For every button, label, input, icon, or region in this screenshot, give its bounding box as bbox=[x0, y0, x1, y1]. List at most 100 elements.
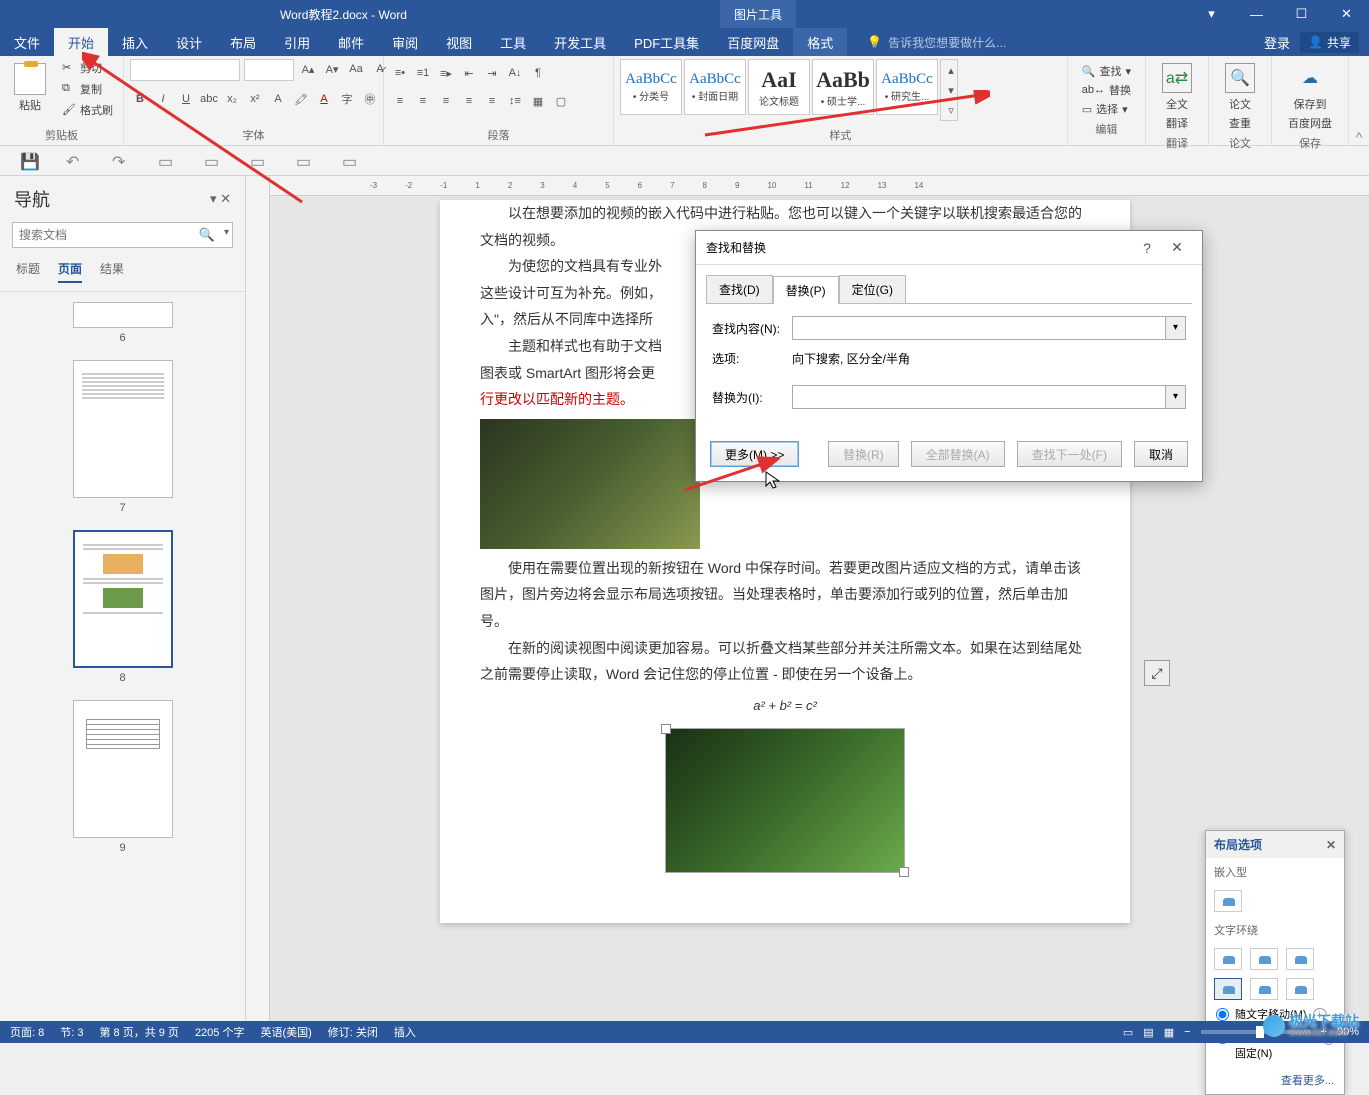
style-item[interactable]: AaBbCc• 研究生... bbox=[876, 59, 938, 115]
qat-icon[interactable]: ▭ bbox=[158, 152, 176, 170]
see-more-link[interactable]: 查看更多... bbox=[1206, 1066, 1344, 1094]
style-expand-icon[interactable]: ▿ bbox=[941, 100, 961, 120]
undo-icon[interactable]: ↶ bbox=[66, 152, 84, 170]
save-to-cloud-button[interactable]: ☁ 保存到 百度网盘 bbox=[1278, 59, 1342, 135]
nav-tab-headings[interactable]: 标题 bbox=[16, 260, 40, 283]
find-button[interactable]: 🔍查找▾ bbox=[1082, 63, 1131, 79]
qat-icon[interactable]: ▭ bbox=[296, 152, 314, 170]
share-button[interactable]: 👤 共享 bbox=[1300, 32, 1359, 53]
align-left-icon[interactable]: ≡ bbox=[390, 91, 410, 111]
pin-icon[interactable]: ▾ ✕ bbox=[210, 191, 231, 207]
enclose-icon[interactable]: ㊥ bbox=[360, 89, 380, 109]
replace-all-button[interactable]: 全部替换(A) bbox=[911, 441, 1005, 467]
indent-inc-icon[interactable]: ⇥ bbox=[482, 63, 502, 83]
status-page[interactable]: 页面: 8 bbox=[10, 1024, 44, 1040]
nav-tab-results[interactable]: 结果 bbox=[100, 260, 124, 283]
tab-insert[interactable]: 插入 bbox=[108, 28, 162, 56]
tab-file[interactable]: 文件 bbox=[0, 28, 54, 56]
italic-icon[interactable]: I bbox=[153, 89, 173, 109]
wrap-topbottom-icon[interactable] bbox=[1214, 978, 1242, 1000]
line-spacing-icon[interactable]: ↕≡ bbox=[505, 91, 525, 111]
format-painter-button[interactable]: 🖌格式刷 bbox=[58, 101, 117, 119]
page-thumbnail[interactable] bbox=[73, 700, 173, 838]
indent-dec-icon[interactable]: ⇤ bbox=[459, 63, 479, 83]
distribute-icon[interactable]: ≡ bbox=[482, 91, 502, 111]
chevron-down-icon[interactable]: ▾ bbox=[1165, 386, 1185, 408]
nav-tab-pages[interactable]: 页面 bbox=[58, 260, 82, 283]
subscript-icon[interactable]: x₂ bbox=[222, 89, 242, 109]
vertical-ruler[interactable] bbox=[246, 176, 270, 1021]
tab-tools[interactable]: 工具 bbox=[486, 28, 540, 56]
align-right-icon[interactable]: ≡ bbox=[436, 91, 456, 111]
view-web-icon[interactable]: ▦ bbox=[1164, 1026, 1174, 1039]
status-words[interactable]: 2205 个字 bbox=[195, 1024, 245, 1040]
bullets-icon[interactable]: ≡• bbox=[390, 63, 410, 83]
align-center-icon[interactable]: ≡ bbox=[413, 91, 433, 111]
find-input[interactable]: ▾ bbox=[792, 316, 1186, 340]
cancel-button[interactable]: 取消 bbox=[1134, 441, 1188, 467]
style-item[interactable]: AaI论文标题 bbox=[748, 59, 810, 115]
status-track[interactable]: 修订: 关闭 bbox=[328, 1024, 378, 1040]
save-icon[interactable]: 💾 bbox=[20, 152, 38, 170]
show-marks-icon[interactable]: ¶ bbox=[528, 63, 548, 83]
view-print-icon[interactable]: ▤ bbox=[1143, 1026, 1153, 1039]
status-mode[interactable]: 插入 bbox=[394, 1024, 416, 1040]
qat-icon[interactable]: ▭ bbox=[204, 152, 222, 170]
tab-view[interactable]: 视图 bbox=[432, 28, 486, 56]
copy-button[interactable]: ⧉复制 bbox=[58, 80, 117, 98]
status-lang[interactable]: 英语(美国) bbox=[260, 1024, 311, 1040]
style-scroll-up-icon[interactable]: ▴ bbox=[941, 60, 961, 80]
tab-developer[interactable]: 开发工具 bbox=[540, 28, 620, 56]
more-button[interactable]: 更多(M) >> bbox=[710, 441, 799, 467]
login-link[interactable]: 登录 bbox=[1264, 33, 1290, 52]
wrap-inline-icon[interactable] bbox=[1214, 890, 1242, 912]
status-section[interactable]: 节: 3 bbox=[60, 1024, 83, 1040]
select-button[interactable]: ▭选择▾ bbox=[1082, 101, 1131, 117]
font-size-select[interactable] bbox=[244, 59, 294, 81]
nav-search[interactable]: 🔍 ▾ bbox=[12, 222, 233, 248]
chevron-down-icon[interactable]: ▾ bbox=[1165, 317, 1185, 339]
document-image[interactable] bbox=[480, 419, 700, 549]
paste-button[interactable]: 粘贴 bbox=[6, 59, 54, 117]
shrink-font-icon[interactable]: A▾ bbox=[322, 59, 342, 79]
tab-mailings[interactable]: 邮件 bbox=[324, 28, 378, 56]
numbering-icon[interactable]: ≡1 bbox=[413, 63, 433, 83]
style-gallery[interactable]: AaBbCc• 分类号 AaBbCc• 封面日期 AaI论文标题 AaBb• 硕… bbox=[620, 59, 1061, 121]
font-color-icon[interactable]: A bbox=[314, 89, 334, 109]
document-image-selected[interactable] bbox=[665, 728, 905, 873]
horizontal-ruler[interactable]: -3-2-11234567891011121314 bbox=[270, 176, 1369, 196]
wrap-through-icon[interactable] bbox=[1286, 948, 1314, 970]
wrap-behind-icon[interactable] bbox=[1250, 978, 1278, 1000]
dialog-tab-find[interactable]: 查找(D) bbox=[706, 275, 773, 303]
tab-references[interactable]: 引用 bbox=[270, 28, 324, 56]
text-effects-icon[interactable]: A bbox=[268, 89, 288, 109]
tab-layout[interactable]: 布局 bbox=[216, 28, 270, 56]
close-icon[interactable]: ✕ bbox=[1162, 239, 1192, 256]
borders-icon[interactable]: ▢ bbox=[551, 91, 571, 111]
ribbon-options-icon[interactable]: ▾ bbox=[1189, 0, 1234, 28]
layout-options-icon[interactable]: ⤢ bbox=[1144, 660, 1170, 686]
multilevel-icon[interactable]: ≡▸ bbox=[436, 63, 456, 83]
replace-button[interactable]: ab↔替换 bbox=[1082, 82, 1131, 98]
close-window-button[interactable]: ✕ bbox=[1324, 0, 1369, 28]
wrap-front-icon[interactable] bbox=[1286, 978, 1314, 1000]
tell-me-search[interactable]: 💡 告诉我您想要做什么... bbox=[867, 28, 1006, 56]
highlight-icon[interactable]: 🖍 bbox=[291, 89, 311, 109]
view-read-icon[interactable]: ▭ bbox=[1123, 1026, 1133, 1039]
tab-picture-format[interactable]: 格式 bbox=[793, 28, 847, 56]
maximize-button[interactable]: ☐ bbox=[1279, 0, 1324, 28]
page-thumbnail-selected[interactable] bbox=[73, 530, 173, 668]
status-page-of[interactable]: 第 8 页，共 9 页 bbox=[99, 1024, 178, 1040]
bold-icon[interactable]: B bbox=[130, 89, 150, 109]
replace-once-button[interactable]: 替换(R) bbox=[828, 441, 899, 467]
strike-icon[interactable]: abc bbox=[199, 89, 219, 109]
shading-icon[interactable]: ▦ bbox=[528, 91, 548, 111]
qat-icon[interactable]: ▭ bbox=[250, 152, 268, 170]
wrap-square-icon[interactable] bbox=[1214, 948, 1242, 970]
zoom-out-icon[interactable]: − bbox=[1184, 1026, 1190, 1038]
redo-icon[interactable]: ↷ bbox=[112, 152, 130, 170]
search-icon[interactable]: 🔍 bbox=[199, 227, 215, 243]
cut-button[interactable]: ✂剪切 bbox=[58, 59, 117, 77]
collapse-ribbon-icon[interactable]: ^ bbox=[1349, 56, 1369, 145]
tab-design[interactable]: 设计 bbox=[162, 28, 216, 56]
